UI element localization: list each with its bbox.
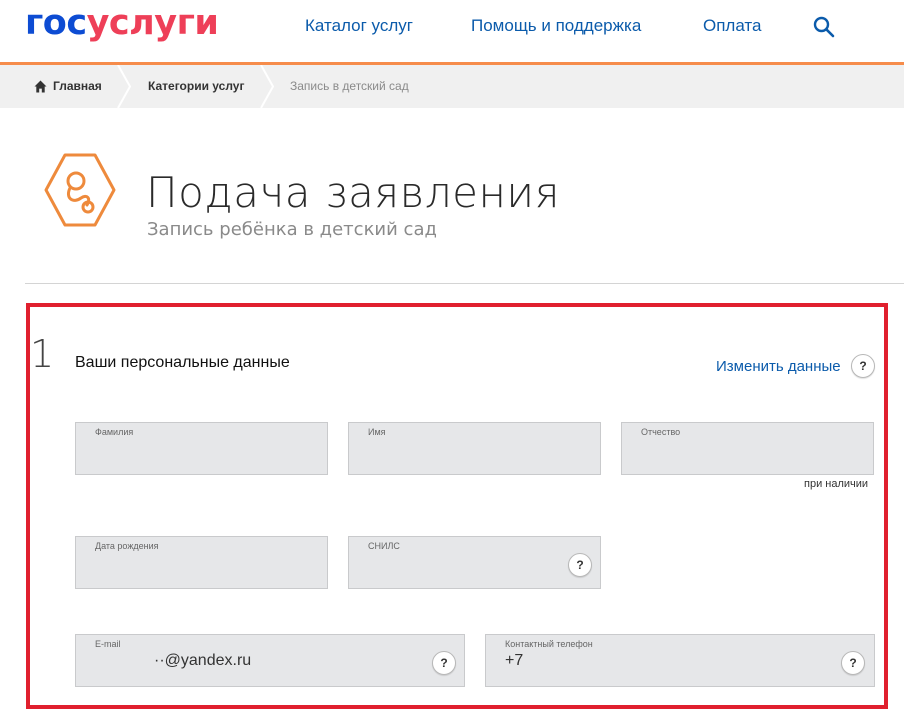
help-button-email[interactable]: ? xyxy=(432,651,456,675)
field-label: Имя xyxy=(368,427,386,437)
help-button-phone[interactable]: ? xyxy=(841,651,865,675)
middle-name-field[interactable]: Отчество xyxy=(621,422,874,475)
page-subtitle: Запись ребёнка в детский сад xyxy=(147,219,437,240)
field-label: E-mail xyxy=(95,639,121,649)
help-button-personal-data[interactable]: ? xyxy=(851,354,875,378)
breadcrumb-home[interactable]: Главная xyxy=(53,65,102,108)
breadcrumb-current: Запись в детский сад xyxy=(290,79,409,93)
field-label: Отчество xyxy=(641,427,681,437)
title-divider xyxy=(25,283,904,284)
breadcrumb-categories[interactable]: Категории услуг xyxy=(148,65,244,108)
field-value: +7 xyxy=(505,652,524,669)
phone-field[interactable]: Контактный телефон +7 ? xyxy=(485,634,875,687)
field-label: Фамилия xyxy=(95,427,134,437)
nav-catalog[interactable]: Каталог услуг xyxy=(305,16,413,36)
breadcrumb-separator xyxy=(260,65,275,108)
last-name-field[interactable]: Фамилия xyxy=(75,422,328,475)
field-label: СНИЛС xyxy=(368,541,400,551)
nav-payment[interactable]: Оплата xyxy=(703,16,761,36)
field-label: Контактный телефон xyxy=(505,639,593,649)
home-icon[interactable] xyxy=(34,80,47,93)
help-button-snils[interactable]: ? xyxy=(568,553,592,577)
breadcrumb: Главная Категории услуг Запись в детский… xyxy=(0,65,904,108)
nav-help[interactable]: Помощь и поддержка xyxy=(471,16,641,36)
breadcrumb-separator xyxy=(117,65,132,108)
email-field[interactable]: E-mail ··@yandex.ru ? xyxy=(75,634,465,687)
page-title: Подача заявления xyxy=(146,168,560,217)
section-title: Ваши персональные данные xyxy=(75,354,290,371)
step-number: 1 xyxy=(30,332,55,376)
first-name-field[interactable]: Имя xyxy=(348,422,601,475)
snils-field[interactable]: СНИЛС ? xyxy=(348,536,601,589)
field-label: Дата рождения xyxy=(95,541,159,551)
middle-name-hint: при наличии xyxy=(804,478,869,490)
field-value: ··@yandex.ru xyxy=(154,652,252,669)
search-icon[interactable] xyxy=(812,15,836,39)
change-data-link[interactable]: Изменить данные xyxy=(716,358,841,375)
gosuslugi-logo[interactable]: госуслуги xyxy=(25,3,219,43)
logo-gos: гос xyxy=(25,3,87,43)
birth-date-field[interactable]: Дата рождения xyxy=(75,536,328,589)
site-header: госуслуги Каталог услуг Помощь и поддерж… xyxy=(0,0,904,62)
pacifier-icon xyxy=(44,153,116,227)
logo-uslugi: услуги xyxy=(86,3,219,43)
